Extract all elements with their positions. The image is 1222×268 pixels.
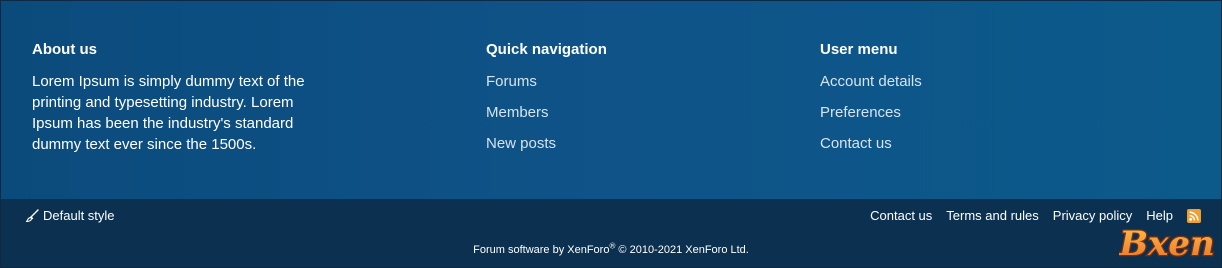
forum-footer: About us Lorem Ipsum is simply dummy tex…	[0, 0, 1222, 268]
style-chooser-link[interactable]: Default style	[25, 208, 115, 224]
paintbrush-icon	[25, 209, 39, 223]
footer-lower: Default style Contact us Terms and rules…	[1, 199, 1221, 267]
about-section: About us Lorem Ipsum is simply dummy tex…	[32, 41, 332, 155]
user-menu-title: User menu	[820, 41, 898, 58]
about-title: About us	[32, 41, 97, 58]
user-menu-link-account-details[interactable]: Account details	[820, 71, 1070, 102]
quick-nav-link-members[interactable]: Members	[486, 102, 736, 133]
footer-upper: About us Lorem Ipsum is simply dummy tex…	[1, 1, 1221, 199]
user-menu-link-preferences[interactable]: Preferences	[820, 102, 1070, 133]
quick-navigation-title: Quick navigation	[486, 41, 607, 58]
user-menu-section: User menu Account details Preferences Co…	[820, 41, 1070, 164]
copyright-prefix: Forum software by XenForo	[473, 244, 610, 256]
quick-navigation-list: Forums Members New posts	[486, 71, 736, 164]
quick-nav-link-forums[interactable]: Forums	[486, 71, 736, 102]
copyright-notice: Forum software by XenForo® © 2010-2021 X…	[1, 242, 1221, 257]
user-menu-link-contact-us[interactable]: Contact us	[820, 133, 1070, 164]
quick-nav-link-new-posts[interactable]: New posts	[486, 133, 736, 164]
bxen-watermark-text: Bxen	[1119, 224, 1215, 264]
footer-link-terms-and-rules[interactable]: Terms and rules	[946, 208, 1038, 224]
copyright-suffix: © 2010-2021 XenForo Ltd.	[615, 244, 749, 256]
style-chooser-label: Default style	[43, 208, 115, 223]
user-menu-list: Account details Preferences Contact us	[820, 71, 1070, 164]
footer-link-contact-us[interactable]: Contact us	[870, 208, 932, 224]
quick-navigation-section: Quick navigation Forums Members New post…	[486, 41, 736, 164]
bxen-watermark-logo: Bxen	[1117, 219, 1216, 266]
about-text: Lorem Ipsum is simply dummy text of the …	[32, 73, 305, 153]
